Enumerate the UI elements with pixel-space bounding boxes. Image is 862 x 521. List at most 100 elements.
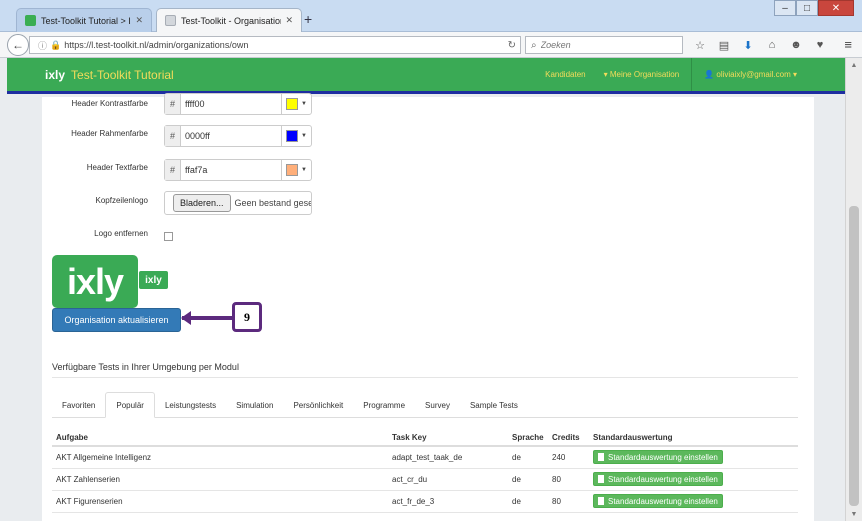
table-header-row: Aufgabe Task Key Sprache Credits Standar… [52,430,798,447]
tab-close-icon[interactable]: ✕ [285,15,293,26]
page-scrollbar[interactable]: ▲ ▼ [845,58,862,521]
reading-list-icon[interactable]: ▤ [714,37,734,53]
task-key-cell: act_cr_du [388,468,508,491]
column-header: Credits [548,430,589,447]
reload-icon[interactable]: ↻ [508,40,516,51]
bookmark-star-icon[interactable]: ☆ [690,37,710,53]
search-bar[interactable]: ⌕ [525,36,683,54]
task-cell: AKT Figurenserien [52,490,388,513]
tab-close-icon[interactable]: ✕ [135,15,143,26]
callout-arrow-icon [181,311,191,325]
header-contrast-color-picker[interactable]: ▼ [281,94,311,114]
browser-titlebar: Test-Toolkit Tutorial > Ixly ✕ Test-Tool… [0,0,862,32]
header-border-hex-field[interactable] [181,126,281,146]
tab-favoriten[interactable]: Favoriten [52,392,105,418]
header-contrast-hex-field[interactable] [181,94,281,114]
new-tab-button[interactable]: + [304,11,312,27]
ixly-favicon-icon [25,15,36,26]
caret-down-icon: ▼ [301,101,307,107]
page-favicon-icon [165,15,176,26]
header-border-color-input: # ▼ [164,125,312,147]
home-icon[interactable]: ⌂ [762,37,782,53]
callout-step-badge: 9 [232,302,262,332]
document-icon [598,453,604,462]
caret-down-icon: ▼ [301,167,307,173]
task-cell: AKT Zahlenserien [52,468,388,491]
search-input[interactable] [540,40,671,50]
hash-addon: # [165,94,181,114]
browse-button[interactable]: Bladeren... [173,194,231,212]
header-logo-row: Kopfzeilenlogo Bladeren... Geen bestand … [42,191,362,220]
header-text-label: Header Textfarbe [86,163,148,172]
tab-sample-tests[interactable]: Sample Tests [460,392,528,418]
scroll-down-icon[interactable]: ▼ [846,507,862,521]
credits-cell: 80 [548,490,589,513]
table-row: AKT Figurenserien act_fr_de_3 de 80 Stan… [52,490,798,513]
brand[interactable]: ixly Test-Toolkit Tutorial [45,68,174,82]
nav-divider [691,58,693,91]
header-contrast-label: Header Kontrastfarbe [71,99,149,108]
organisation-panel: Header Kontrastfarbe # ▼ Header Rahmenfa… [42,93,814,521]
brand-name[interactable]: Test-Toolkit Tutorial [71,68,174,82]
scrollbar-thumb[interactable] [849,206,859,506]
tab-persoenlichkeit[interactable]: Persönlichkeit [283,392,353,418]
caret-down-icon: ▼ [301,133,307,139]
tests-table: Aufgabe Task Key Sprache Credits Standar… [52,430,798,513]
table-row: AKT Allgemeine Intelligenz adapt_test_ta… [52,446,798,469]
set-default-report-button[interactable]: Standardauswertung einstellen [593,472,723,486]
update-organisation-button[interactable]: Organisation aktualisieren [52,308,181,332]
color-swatch [286,164,299,176]
color-swatch [286,130,299,142]
info-icon[interactable]: ⓘ [38,39,47,52]
nav-candidates[interactable]: Kandidaten [545,70,585,79]
header-logo-file-input[interactable]: Bladeren... Geen bestand geselecteerd. [164,191,312,215]
column-header: Standardauswertung [589,430,798,447]
back-arrow-icon[interactable]: ← [7,34,29,56]
close-window-icon[interactable]: ✕ [818,0,854,16]
document-icon [598,497,604,505]
pocket-icon[interactable]: ♥ [810,37,830,53]
header-border-label: Header Rahmenfarbe [71,129,148,138]
header-text-hex-field[interactable] [181,160,281,180]
scroll-up-icon[interactable]: ▲ [846,58,862,72]
maximize-icon[interactable]: □ [796,0,818,16]
set-default-report-button[interactable]: Standardauswertung einstellen [593,494,723,508]
page-viewport: ixly Test-Toolkit Tutorial Kandidaten ▾ … [7,58,845,521]
header-text-row: Header Textfarbe # ▼ [42,159,362,187]
tab-simulation[interactable]: Simulation [226,392,283,418]
module-tabs: Favoriten Populär Leistungstests Simulat… [52,392,798,418]
remove-logo-checkbox[interactable] [164,232,173,241]
header-border-row: Header Rahmenfarbe # ▼ [42,125,362,153]
header-border-color-picker[interactable]: ▼ [281,126,311,146]
chat-icon[interactable]: ☻ [786,37,806,53]
browser-tab-organisation[interactable]: Test-Toolkit - Organisation... ✕ [156,8,302,32]
lock-icon[interactable]: 🔒 [50,40,61,51]
tab-survey[interactable]: Survey [415,392,460,418]
download-icon[interactable]: ⬇ [738,37,758,53]
window-controls: – □ ✕ [774,0,854,16]
header-text-color-picker[interactable]: ▼ [281,160,311,180]
url-bar[interactable]: ⓘ 🔒 https://l.test-toolkit.nl/admin/orga… [29,36,521,54]
hash-addon: # [165,126,181,146]
header-contrast-color-input: # ▼ [164,93,312,115]
task-cell: AKT Allgemeine Intelligenz [52,446,388,469]
tab-leistungstests[interactable]: Leistungstests [155,392,226,418]
nav-my-organisation[interactable]: ▾ Meine Organisation [604,70,680,79]
task-key-cell: act_fr_de_3 [388,490,508,513]
brand-logo[interactable]: ixly [45,68,65,82]
tab-populaer[interactable]: Populär [105,392,155,418]
user-icon: 👤 [704,70,717,79]
remove-logo-row: Logo entfernen [42,229,362,253]
document-icon [598,475,604,483]
logo-preview-small: ixly [139,271,168,289]
browser-tab-tutorial[interactable]: Test-Toolkit Tutorial > Ixly ✕ [16,8,152,32]
hamburger-menu-icon[interactable]: ≡ [844,37,852,52]
nav-user-menu[interactable]: 👤 oliviaixly@gmail.com ▾ [704,70,797,79]
minimize-icon[interactable]: – [774,0,796,16]
set-default-report-button[interactable]: Standardauswertung einstellen [593,450,723,465]
search-icon: ⌕ [531,39,537,51]
table-row: AKT Zahlenserien act_cr_du de 80 Standar… [52,468,798,491]
tab-programme[interactable]: Programme [353,392,415,418]
divider [52,377,798,378]
url-text[interactable]: https://l.test-toolkit.nl/admin/organiza… [64,40,507,50]
